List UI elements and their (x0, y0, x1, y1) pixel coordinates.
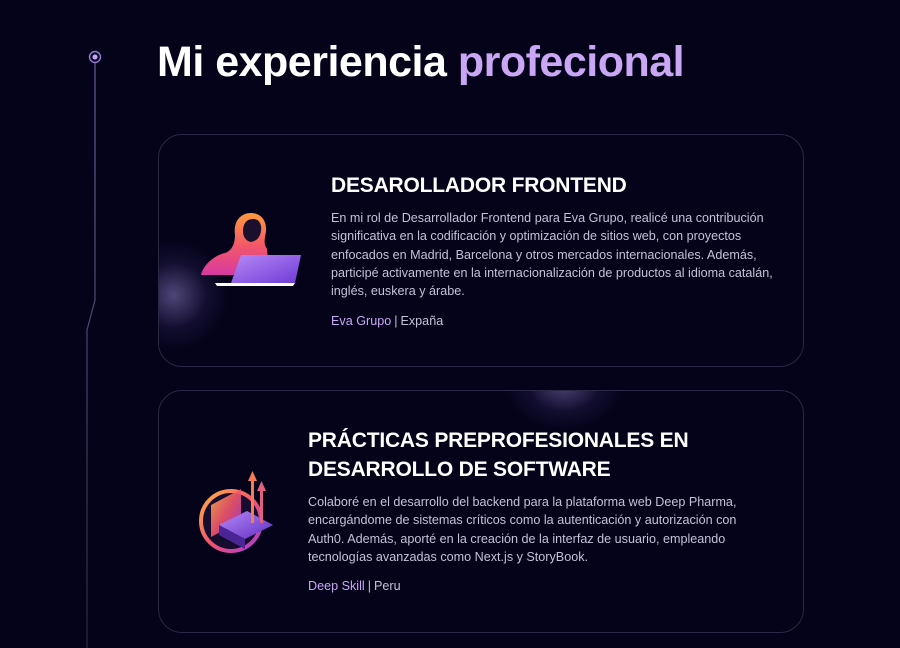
meta-separator: | (394, 314, 398, 328)
meta-separator: | (367, 579, 371, 593)
company-name: Deep Skill (308, 579, 365, 593)
growth-chart-icon (199, 471, 273, 553)
company-country: Peru (373, 579, 401, 593)
role-title: PRÁCTICAS PREPROFESIONALES EN DESARROLLO… (308, 429, 689, 481)
role-description: En mi rol de Desarrollador Frontend para… (331, 211, 773, 299)
role-title: DESAROLLADOR FRONTEND (331, 174, 627, 197)
section-title-accent: profecional (457, 38, 685, 86)
role-description: Colaboré en el desarrollo del backend pa… (308, 495, 737, 564)
section-title-main: Mi experiencia (157, 38, 447, 86)
timeline (86, 50, 102, 648)
developer-laptop-icon (201, 213, 301, 286)
section-title: Mi experiencia profecional (157, 36, 685, 88)
company-country: Expaña (400, 314, 444, 328)
company-name: Eva Grupo (331, 314, 392, 328)
company-meta: Eva Grupo | Expaña (331, 312, 443, 330)
experience-card: DESAROLLADOR FRONTEND En mi rol de Desar… (158, 134, 804, 367)
company-meta: Deep Skill | Peru (308, 577, 401, 595)
experience-card: PRÁCTICAS PREPROFESIONALES EN DESARROLLO… (158, 390, 804, 633)
